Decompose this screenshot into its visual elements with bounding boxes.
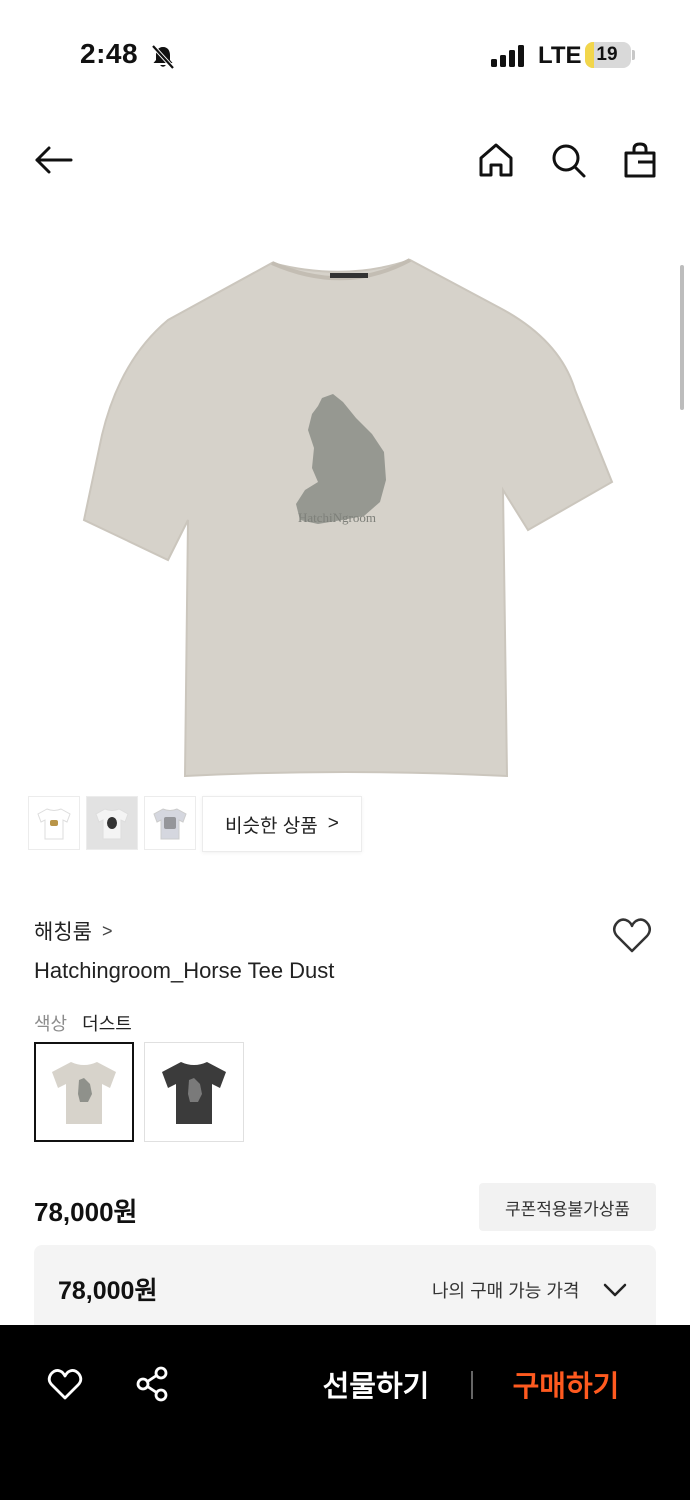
product-image[interactable]: HatchiNgroom	[0, 220, 690, 790]
action-divider	[471, 1371, 473, 1399]
my-price-value: 78,000원	[58, 1277, 158, 1305]
color-info: 색상 더스트	[34, 1010, 132, 1036]
buy-button[interactable]: 구매하기	[500, 1361, 632, 1407]
my-price-dropdown[interactable]: 78,000원 나의 구매 가능 가격	[34, 1245, 656, 1330]
heart-icon[interactable]	[46, 1365, 84, 1403]
battery-nub	[632, 50, 635, 60]
swatch-tshirt-icon	[52, 1062, 116, 1124]
thumbnail-strip: 비슷한 상품 >	[28, 796, 362, 852]
product-name: Hatchingroom_Horse Tee Dust	[34, 958, 335, 983]
color-swatches	[34, 1042, 244, 1142]
thumbnail-image[interactable]	[144, 796, 196, 850]
brand-name: 해칭룸	[34, 921, 92, 944]
swatch-tshirt-icon	[162, 1062, 226, 1124]
gift-button[interactable]: 선물하기	[310, 1361, 442, 1407]
chevron-right-icon: >	[101, 920, 113, 941]
back-arrow-icon[interactable]	[33, 140, 73, 180]
share-icon[interactable]	[134, 1365, 172, 1403]
status-bar: 2:48 LTE 19	[0, 0, 690, 110]
search-icon[interactable]	[548, 140, 588, 180]
battery-icon: 19	[585, 42, 631, 68]
brand-tag	[330, 273, 368, 278]
thumbnail-tshirt-icon	[95, 808, 129, 840]
product-price: 78,000원	[34, 1197, 138, 1227]
color-swatch-charcoal[interactable]	[144, 1042, 244, 1142]
color-value: 더스트	[82, 1014, 132, 1034]
similar-products-label: 비슷한 상품	[225, 815, 318, 837]
my-price-label: 나의 구매 가능 가격	[432, 1281, 580, 1301]
color-swatch-dust[interactable]	[34, 1042, 134, 1142]
shopping-bag-icon[interactable]	[620, 140, 660, 180]
color-label: 색상	[34, 1014, 68, 1034]
heart-icon[interactable]	[610, 913, 654, 957]
bottom-action-bar: 선물하기 구매하기	[0, 1325, 690, 1500]
chevron-right-icon: >	[327, 813, 339, 834]
status-time: 2:48	[80, 38, 139, 69]
tshirt-illustration: HatchiNgroom	[82, 258, 614, 778]
thumbnail-image[interactable]	[28, 796, 80, 850]
top-navigation	[0, 130, 690, 190]
network-label: LTE	[538, 42, 582, 69]
home-icon[interactable]	[476, 140, 516, 180]
brand-link[interactable]: 해칭룸 >	[34, 916, 112, 946]
battery-percent: 19	[596, 44, 618, 65]
bell-slash-icon	[151, 44, 175, 70]
signal-icon	[491, 45, 524, 67]
thumbnail-tshirt-icon	[153, 808, 187, 840]
chevron-down-icon	[603, 1283, 627, 1297]
thumbnail-tshirt-icon	[37, 808, 71, 840]
thumbnail-image[interactable]	[86, 796, 138, 850]
print-wordmark: HatchiNgroom	[298, 510, 376, 525]
coupon-badge: 쿠폰적용불가상품	[479, 1183, 656, 1231]
similar-products-button[interactable]: 비슷한 상품 >	[202, 796, 362, 852]
image-scrollbar[interactable]	[680, 265, 684, 410]
